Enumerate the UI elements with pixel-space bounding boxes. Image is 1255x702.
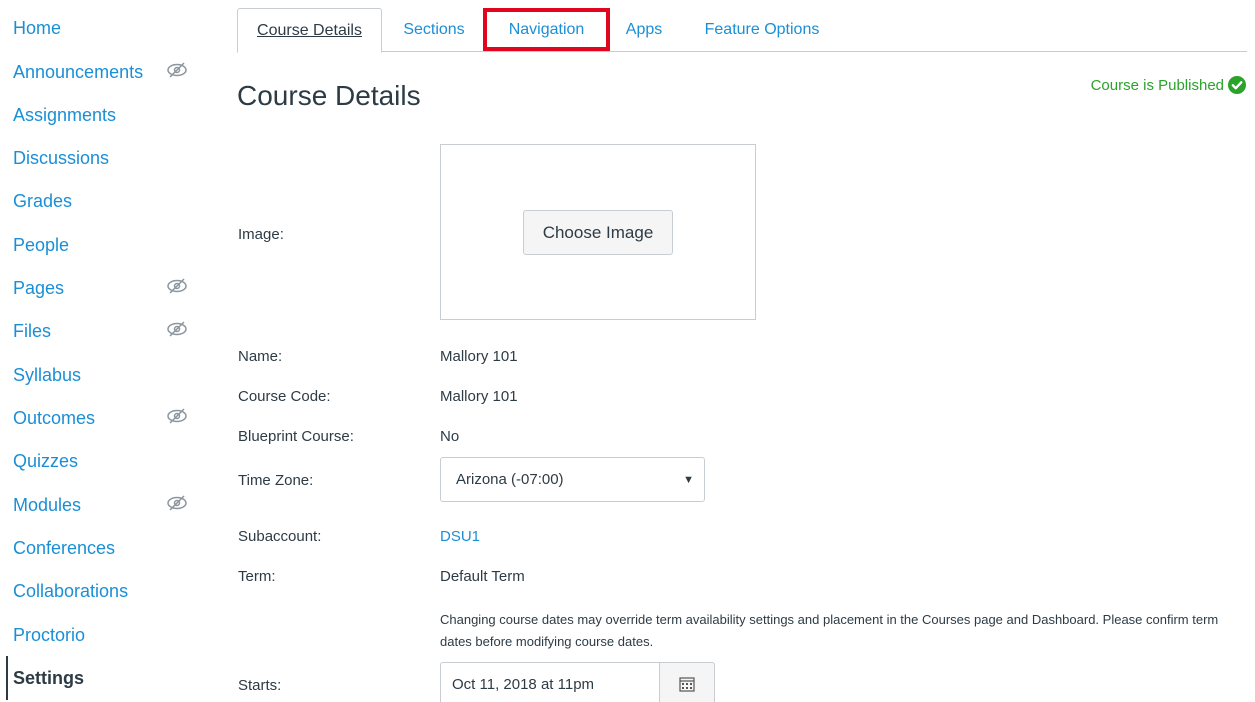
check-circle-icon	[1228, 76, 1246, 94]
sidebar-item-settings[interactable]: Settings	[13, 663, 193, 693]
course-image-box: Choose Image	[440, 144, 756, 320]
calendar-button[interactable]	[659, 662, 715, 702]
eye-slash-icon	[167, 62, 187, 78]
published-status: Course is Published	[1091, 76, 1246, 94]
calendar-icon	[679, 677, 695, 692]
subaccount-label: Subaccount:	[238, 528, 322, 545]
sidebar-item-label[interactable]: People	[13, 235, 69, 256]
sidebar-item-conferences[interactable]: Conferences	[13, 533, 193, 563]
image-label: Image:	[238, 226, 284, 243]
sidebar-item-label[interactable]: Files	[13, 321, 51, 342]
term-value: Default Term	[440, 568, 525, 585]
sidebar-item-people[interactable]: People	[13, 230, 193, 260]
course-navigation-sidebar: Home Announcements Assignments Discussio…	[0, 0, 200, 702]
term-label: Term:	[238, 568, 276, 585]
sidebar-item-quizzes[interactable]: Quizzes	[13, 446, 193, 476]
sidebar-item-label[interactable]: Home	[13, 18, 61, 39]
sidebar-item-label[interactable]: Assignments	[13, 105, 116, 126]
blueprint-course-label: Blueprint Course:	[238, 428, 354, 445]
eye-slash-icon	[167, 278, 187, 294]
name-label: Name:	[238, 348, 283, 365]
tab-sections[interactable]: Sections	[389, 8, 479, 52]
time-zone-value: Arizona (-07:00)	[456, 471, 564, 488]
starts-label: Starts:	[238, 677, 282, 694]
sidebar-item-assignments[interactable]: Assignments	[13, 100, 193, 130]
name-value: Mallory 101	[440, 348, 518, 365]
time-zone-label: Time Zone:	[238, 472, 314, 489]
time-zone-select[interactable]: Arizona (-07:00) ▼	[440, 457, 705, 502]
course-code-value: Mallory 101	[440, 388, 518, 405]
subaccount-link[interactable]: DSU1	[440, 528, 480, 545]
eye-slash-icon	[167, 321, 187, 337]
sidebar-item-discussions[interactable]: Discussions	[13, 143, 193, 173]
sidebar-item-label[interactable]: Quizzes	[13, 451, 78, 472]
settings-tabs: Course Details Sections Navigation Apps …	[237, 8, 1247, 53]
sidebar-item-label[interactable]: Settings	[13, 668, 84, 689]
sidebar-item-label[interactable]: Collaborations	[13, 581, 128, 602]
eye-slash-icon	[167, 408, 187, 424]
tab-course-details[interactable]: Course Details	[237, 8, 382, 53]
sidebar-item-grades[interactable]: Grades	[13, 186, 193, 216]
sidebar-item-proctorio[interactable]: Proctorio	[13, 620, 193, 650]
course-code-label: Course Code:	[238, 388, 331, 405]
tab-apps[interactable]: Apps	[615, 8, 673, 52]
sidebar-item-label[interactable]: Proctorio	[13, 625, 85, 646]
sidebar-item-label[interactable]: Conferences	[13, 538, 115, 559]
published-status-label: Course is Published	[1090, 76, 1224, 94]
start-date-value: Oct 11, 2018 at 11pm	[452, 675, 595, 693]
start-date-input[interactable]: Oct 11, 2018 at 11pm	[440, 662, 660, 702]
choose-image-button[interactable]: Choose Image	[523, 210, 673, 255]
eye-slash-icon	[167, 495, 187, 511]
sidebar-item-syllabus[interactable]: Syllabus	[13, 360, 193, 390]
sidebar-item-label[interactable]: Outcomes	[13, 408, 95, 429]
sidebar-item-label[interactable]: Pages	[13, 278, 64, 299]
page-title: Course Details	[237, 80, 421, 111]
sidebar-item-home[interactable]: Home	[13, 13, 193, 43]
sidebar-item-collaborations[interactable]: Collaborations	[13, 576, 193, 606]
blueprint-course-value: No	[440, 428, 460, 445]
sidebar-item-label[interactable]: Grades	[13, 191, 72, 212]
date-change-warning: Changing course dates may override term …	[440, 612, 1219, 649]
tab-navigation[interactable]: Navigation	[483, 8, 610, 51]
tab-feature-options[interactable]: Feature Options	[689, 8, 835, 52]
sidebar-item-label[interactable]: Modules	[13, 495, 81, 516]
sidebar-item-label[interactable]: Discussions	[13, 148, 109, 169]
active-item-indicator	[6, 656, 8, 700]
sidebar-item-label[interactable]: Syllabus	[13, 365, 81, 386]
caret-down-icon: ▼	[683, 474, 694, 486]
sidebar-item-label[interactable]: Announcements	[13, 62, 143, 83]
